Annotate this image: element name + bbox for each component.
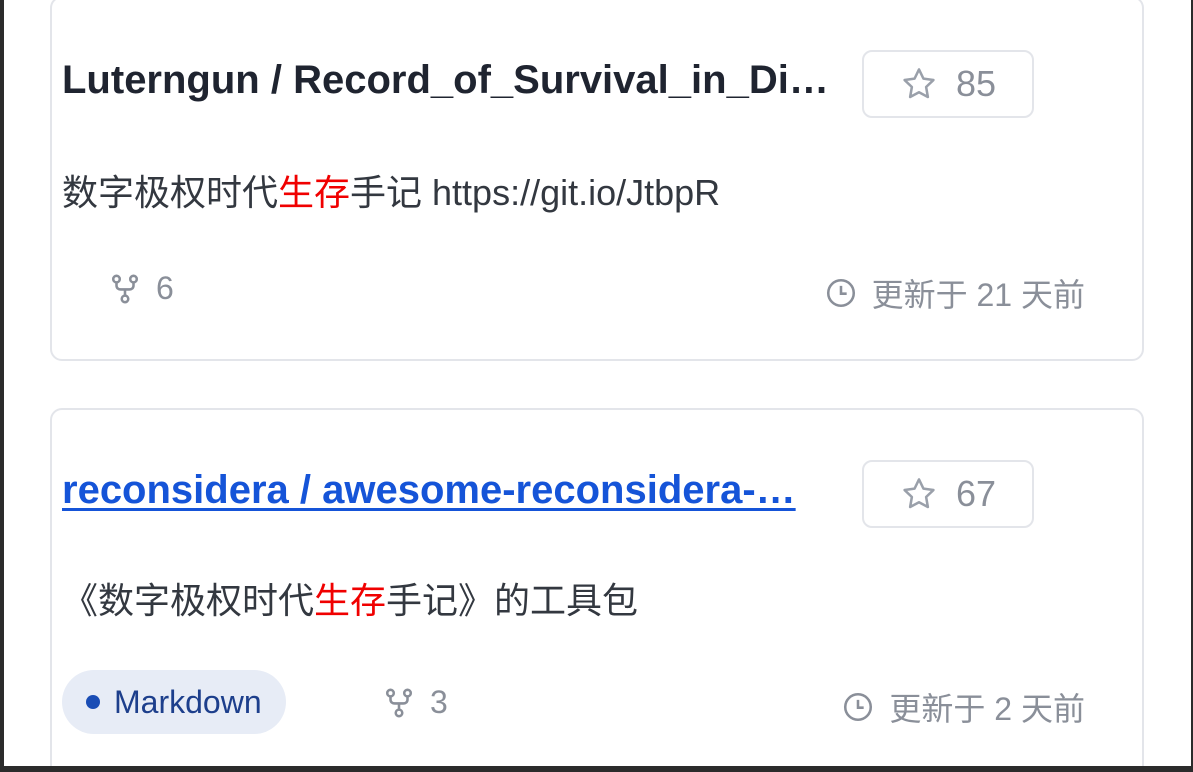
star-count: 67 bbox=[955, 473, 997, 514]
fork-count-value: 6 bbox=[156, 270, 174, 306]
star-count: 85 bbox=[955, 63, 997, 104]
clock-icon bbox=[826, 278, 855, 308]
updated-text: 更新于 21 天前 bbox=[871, 277, 1085, 313]
search-results-page: Luterngun / Record_of_Survival_in_Di… 85… bbox=[4, 0, 1191, 766]
fork-icon bbox=[111, 274, 139, 303]
repo-description: 《数字极权时代生存手记》的工具包 bbox=[62, 572, 638, 624]
updated-text: 更新于 2 天前 bbox=[889, 691, 1085, 727]
description-text: 数字极权时代 bbox=[62, 172, 279, 213]
fork-count: 6 bbox=[108, 270, 174, 307]
language-badge[interactable]: Markdown bbox=[62, 670, 286, 734]
language-dot bbox=[86, 695, 100, 709]
star-icon bbox=[903, 68, 935, 99]
repo-title[interactable]: Luterngun / Record_of_Survival_in_Di… bbox=[62, 58, 862, 103]
repo-description: 数字极权时代生存手记 https://git.io/JtbpR bbox=[62, 164, 720, 216]
star-icon bbox=[903, 478, 935, 509]
star-button[interactable]: 67 bbox=[862, 460, 1034, 528]
language-label: Markdown bbox=[114, 683, 262, 720]
search-highlight: 生存 bbox=[278, 172, 351, 213]
updated-time: 更新于 2 天前 bbox=[841, 684, 1085, 730]
fork-count: 3 bbox=[382, 684, 448, 721]
description-text: 手记 https://git.io/JtbpR bbox=[350, 172, 721, 213]
search-highlight: 生存 bbox=[314, 580, 387, 621]
clock-icon bbox=[844, 692, 873, 722]
description-text: 《数字极权时代 bbox=[62, 580, 315, 621]
updated-time: 更新于 21 天前 bbox=[824, 270, 1085, 316]
repo-title-link[interactable]: reconsidera / awesome-reconsidera-… bbox=[62, 468, 862, 513]
star-button[interactable]: 85 bbox=[862, 50, 1034, 118]
description-text: 手记》的工具包 bbox=[386, 580, 639, 621]
fork-icon bbox=[385, 688, 413, 717]
fork-count-value: 3 bbox=[430, 684, 448, 720]
